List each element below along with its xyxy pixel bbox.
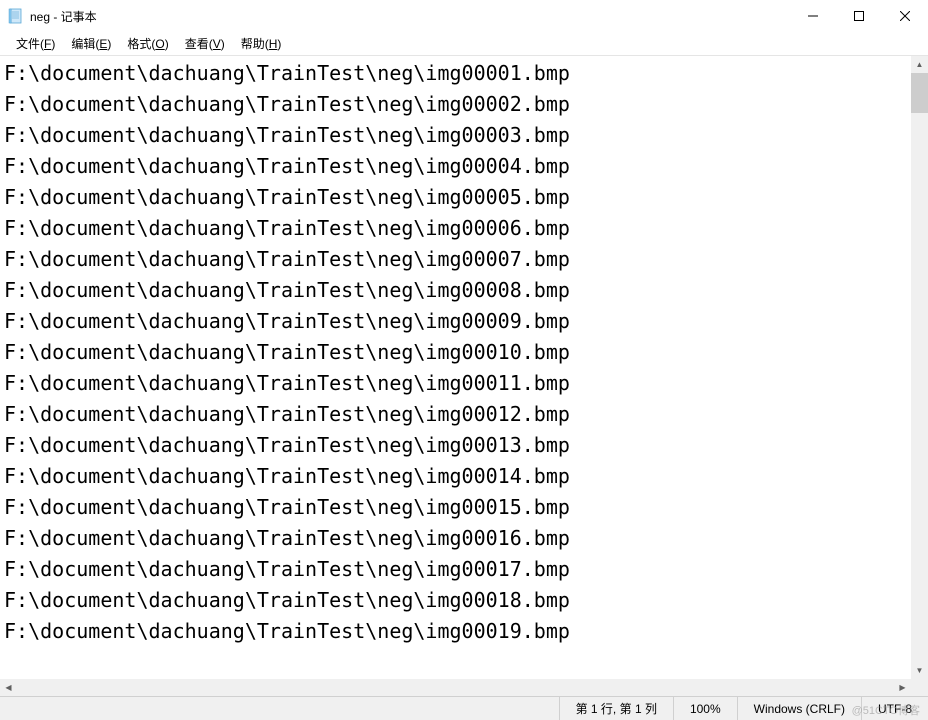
scroll-thumb[interactable] [911, 73, 928, 113]
menu-view[interactable]: 查看(V) [177, 33, 233, 54]
scroll-down-button[interactable]: ▼ [911, 662, 928, 679]
scroll-right-button[interactable]: ▶ [894, 679, 911, 696]
status-encoding: UTF-8 [861, 697, 928, 720]
status-line-ending: Windows (CRLF) [737, 697, 861, 720]
window-controls [790, 0, 928, 32]
statusbar: 第 1 行, 第 1 列 100% Windows (CRLF) UTF-8 @… [0, 696, 928, 720]
minimize-icon [808, 11, 818, 21]
notepad-icon [8, 8, 24, 24]
maximize-icon [854, 11, 864, 21]
scroll-left-button[interactable]: ◀ [0, 679, 17, 696]
menubar: 文件(F) 编辑(E) 格式(O) 查看(V) 帮助(H) [0, 32, 928, 56]
close-icon [900, 11, 910, 21]
maximize-button[interactable] [836, 0, 882, 32]
menu-help[interactable]: 帮助(H) [233, 33, 290, 54]
content-area: F:\document\dachuang\TrainTest\neg\img00… [0, 56, 928, 679]
vertical-scrollbar[interactable]: ▲ ▼ [911, 56, 928, 679]
horizontal-scrollbar-row: ◀ ▶ [0, 679, 928, 696]
menu-format[interactable]: 格式(O) [119, 33, 176, 54]
menu-file[interactable]: 文件(F) [8, 33, 63, 54]
horizontal-scrollbar[interactable]: ◀ ▶ [0, 679, 911, 696]
titlebar: neg - 记事本 [0, 0, 928, 32]
close-button[interactable] [882, 0, 928, 32]
status-zoom: 100% [673, 697, 737, 720]
scroll-up-button[interactable]: ▲ [911, 56, 928, 73]
status-position: 第 1 行, 第 1 列 [559, 697, 673, 720]
menu-edit[interactable]: 编辑(E) [63, 33, 119, 54]
text-editor[interactable]: F:\document\dachuang\TrainTest\neg\img00… [0, 56, 911, 679]
scrollbar-corner [911, 679, 928, 696]
window-title: neg - 记事本 [30, 8, 790, 25]
minimize-button[interactable] [790, 0, 836, 32]
